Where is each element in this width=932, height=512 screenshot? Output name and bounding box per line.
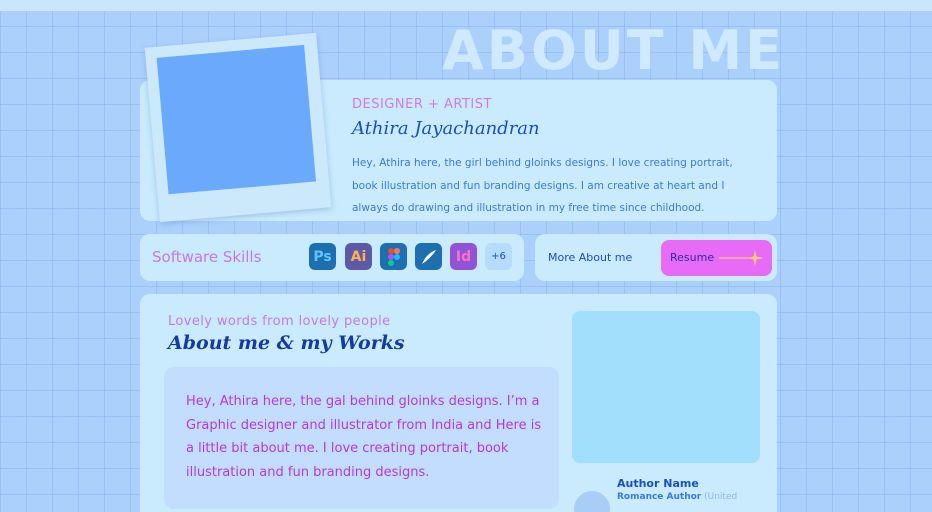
resume-button-label: Resume bbox=[670, 251, 715, 264]
more-about-link[interactable]: More About me bbox=[548, 251, 632, 264]
more-skills-badge[interactable]: +6 bbox=[485, 243, 512, 270]
profile-photo bbox=[156, 44, 316, 195]
procreate-glyph bbox=[421, 249, 436, 264]
author-location: (United bbox=[704, 492, 738, 502]
profile-name: Athira Jayachandran bbox=[352, 118, 540, 139]
testimonial-box: Hey, Athira here, the gal behind gloinks… bbox=[164, 367, 559, 509]
photoshop-icon[interactable]: Ps bbox=[309, 243, 336, 270]
indesign-icon[interactable]: Id bbox=[450, 243, 477, 270]
software-skills-label: Software Skills bbox=[152, 248, 262, 266]
resume-button[interactable]: Resume bbox=[661, 240, 772, 276]
testimonial-text: Hey, Athira here, the gal behind gloinks… bbox=[186, 394, 542, 480]
profile-photo-frame bbox=[144, 32, 332, 223]
author-role-title: Romance Author bbox=[617, 492, 702, 502]
sparkle-arrow-icon bbox=[719, 250, 763, 266]
figma-icon[interactable] bbox=[380, 243, 407, 270]
procreate-icon[interactable] bbox=[415, 243, 442, 270]
author-image bbox=[572, 311, 760, 463]
works-subtitle: Lovely words from lovely people bbox=[168, 314, 391, 329]
author-name: Author Name bbox=[617, 477, 699, 490]
profile-role: DESIGNER + ARTIST bbox=[352, 97, 492, 112]
top-bar bbox=[0, 0, 932, 11]
illustrator-icon[interactable]: Ai bbox=[345, 243, 372, 270]
author-role: Romance Author (United bbox=[617, 492, 737, 502]
figma-glyph bbox=[387, 247, 400, 266]
works-title: About me & my Works bbox=[168, 332, 405, 354]
page-heading: ABOUT ME bbox=[442, 19, 785, 82]
profile-bio: Hey, Athira here, the girl behind gloink… bbox=[352, 157, 733, 214]
